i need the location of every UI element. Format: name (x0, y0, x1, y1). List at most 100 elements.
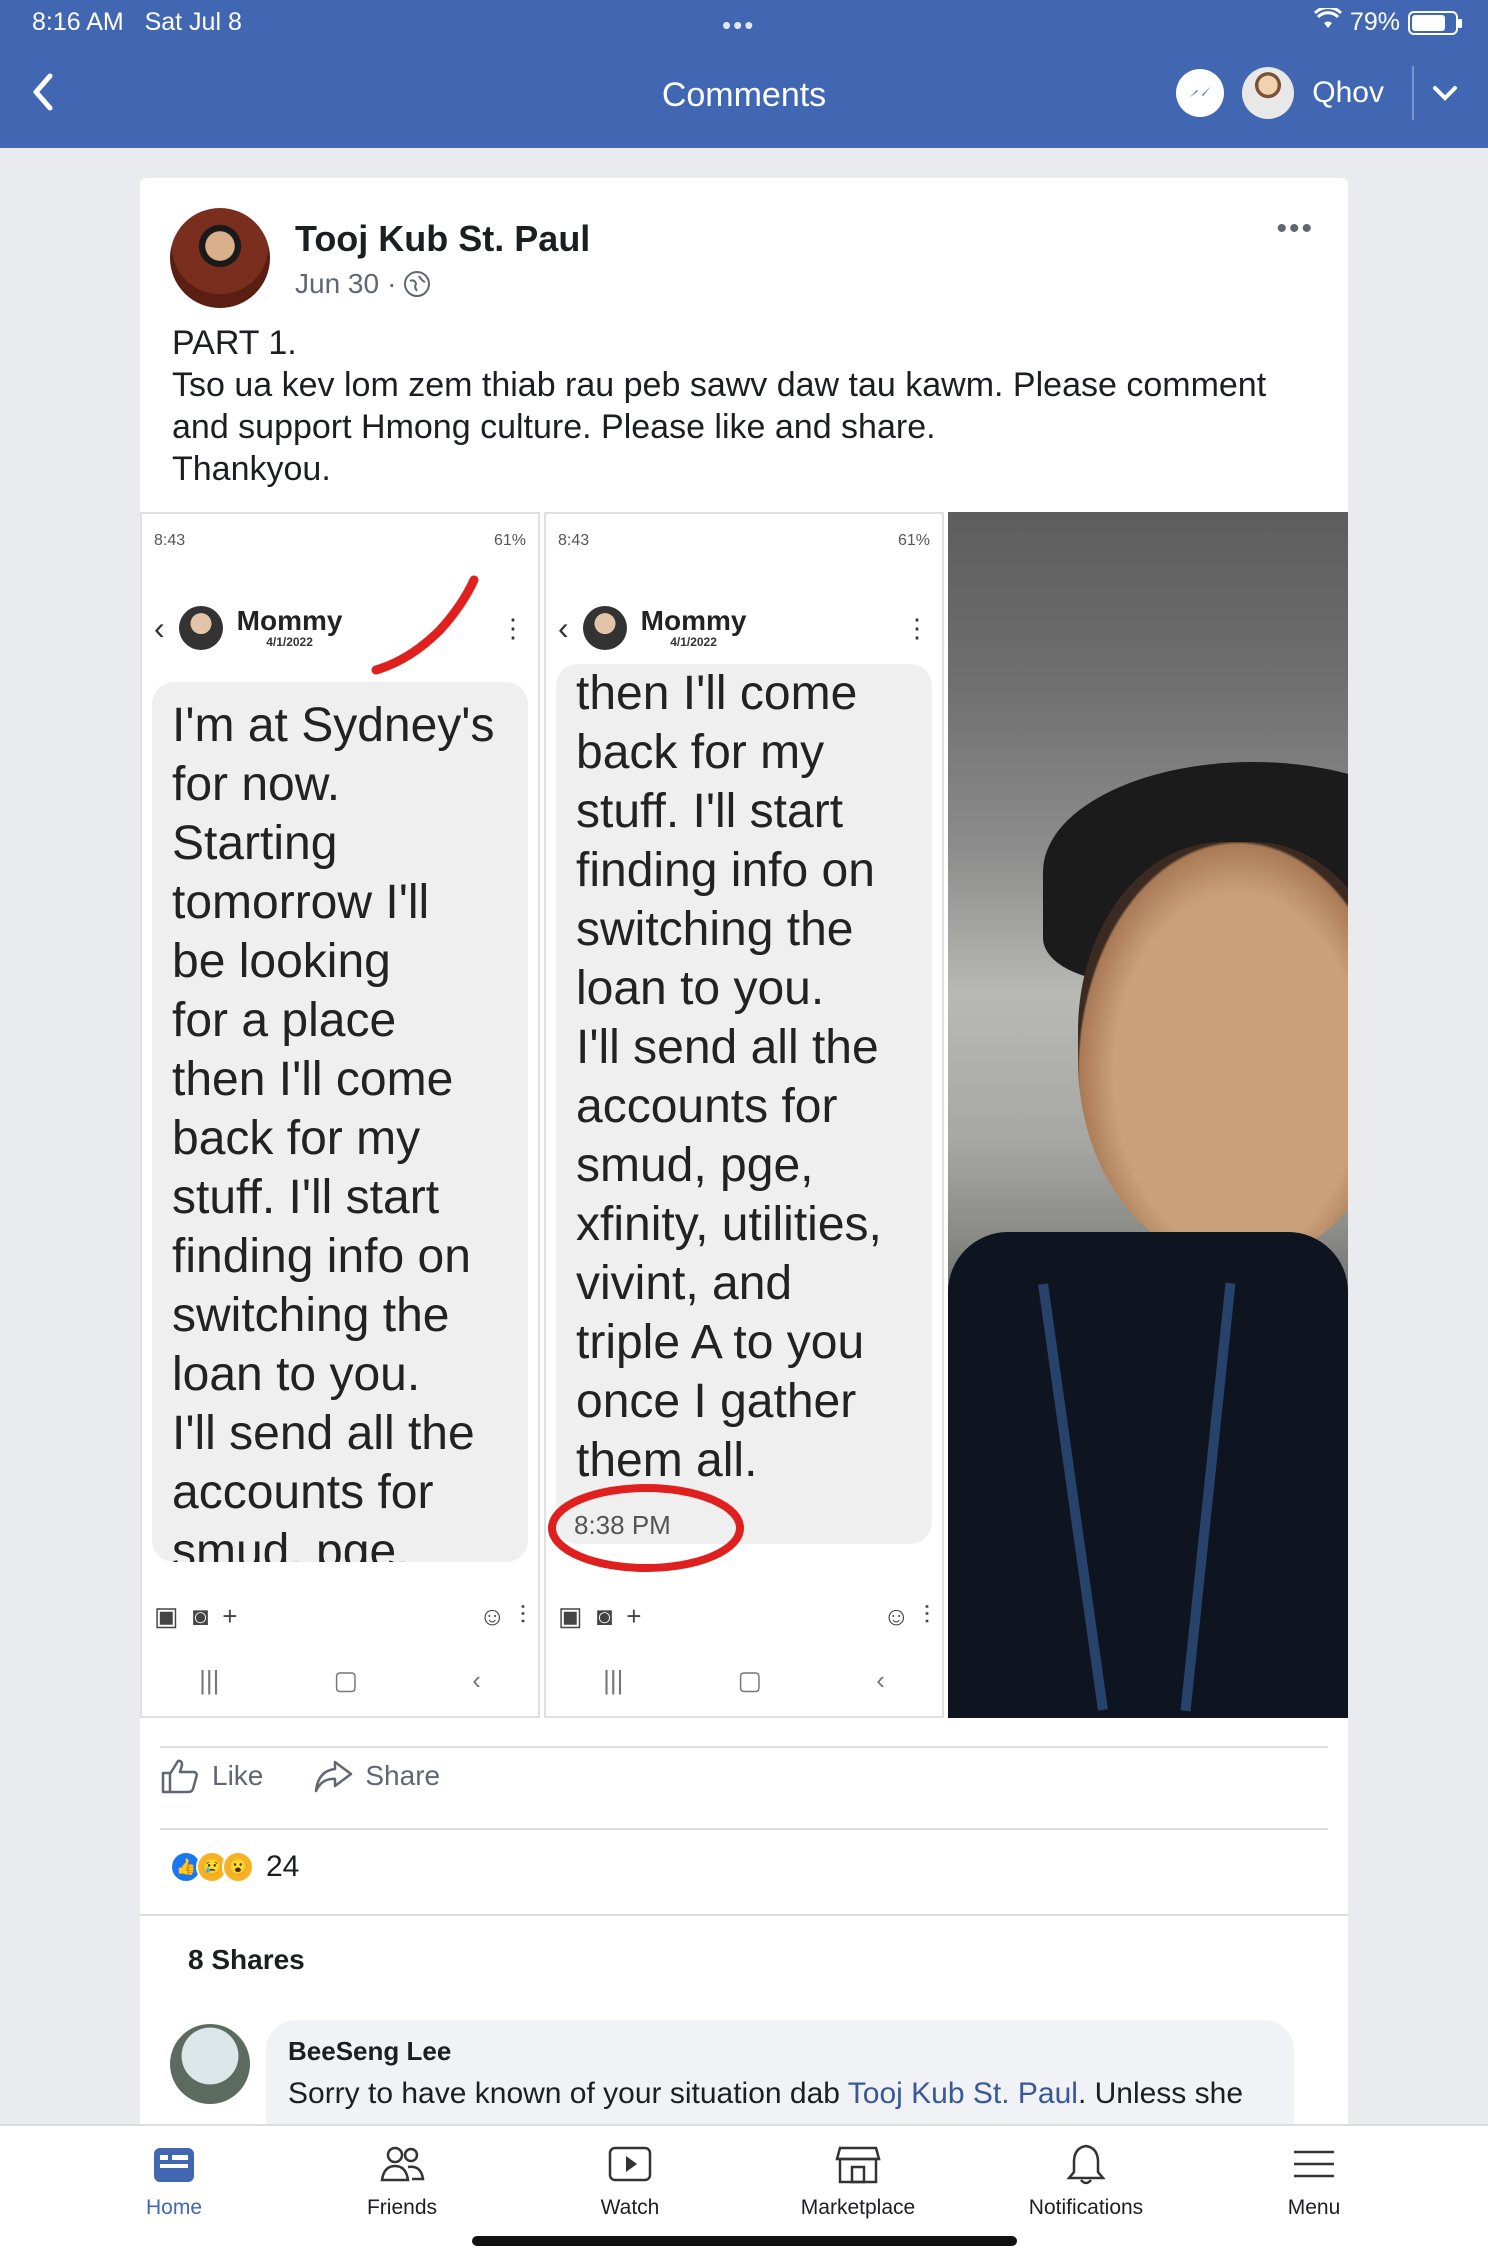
chevron-down-icon[interactable] (1432, 76, 1458, 110)
contact-date: 4/1/2022 (266, 635, 313, 649)
reaction-count: 24 (266, 1850, 300, 1883)
meta-separator: · (387, 268, 397, 299)
red-marker-stroke (371, 575, 479, 675)
chat-header: ‹ Mommy 4/1/2022 ⋮ (546, 596, 942, 660)
kebab-menu-icon: ⋮ (500, 612, 526, 643)
voice-icon: ⫶ (923, 1600, 931, 1630)
message-bubble: I'm at Sydney's for now. Starting tomorr… (152, 682, 528, 1562)
phone-status-bar: 8:43 61% (546, 532, 942, 550)
tab-friends[interactable]: Friends (317, 2142, 487, 2220)
share-label: Share (365, 1760, 441, 1791)
plus-icon: + (626, 1600, 642, 1631)
tab-home[interactable]: Home (89, 2142, 259, 2220)
voice-icon: ⫶ (519, 1600, 527, 1630)
contact-block: Mommy 4/1/2022 (641, 607, 747, 650)
tab-notifications-label: Notifications (1028, 2196, 1144, 2219)
nav-right: Qhov (1176, 66, 1458, 120)
gallery-icon: ▣ (154, 1600, 179, 1631)
post-options-icon[interactable]: ••• (1276, 212, 1314, 246)
battery-percent: 79% (1349, 8, 1400, 36)
comment-text-start: Sorry to have known of your situation da… (288, 2077, 848, 2110)
globe-icon (404, 271, 431, 297)
contact-avatar (582, 606, 627, 650)
post-text: PART 1. Tso ua kev lom zem thiab rau peb… (172, 324, 1267, 488)
red-circle-mark (548, 1484, 744, 1572)
phone-battery: 61% (897, 532, 930, 549)
bell-icon (1066, 2144, 1106, 2185)
multitask-dots-icon[interactable]: ••• (722, 10, 755, 41)
comment-mention-link[interactable]: Tooj Kub St. Paul (848, 2077, 1078, 2110)
emoji-icon: ☺ (478, 1600, 506, 1631)
contact-block: Mommy 4/1/2022 (237, 607, 343, 650)
commenter-name[interactable]: BeeSeng Lee (288, 2036, 1272, 2067)
separator (160, 1746, 1328, 1748)
phone-nav-bar: ||| ▢ ‹ (142, 1665, 538, 1696)
author-avatar[interactable] (170, 208, 270, 308)
profile-name[interactable]: Qhov (1312, 76, 1384, 110)
messenger-icon[interactable] (1176, 69, 1225, 117)
tab-marketplace[interactable]: Marketplace (773, 2142, 943, 2220)
status-time: 8:16 AM (32, 8, 124, 36)
friends-icon (380, 2146, 425, 2182)
tab-home-label: Home (145, 2196, 203, 2219)
chevron-left-icon: ‹ (558, 609, 569, 646)
chat-compose-bar: ▣ ◙ + ☺ ⫶ (546, 1600, 942, 1632)
chat-compose-bar: ▣ ◙ + ☺ ⫶ (142, 1600, 538, 1632)
phone-battery: 61% (493, 532, 526, 549)
post-actions: Like Share (160, 1758, 440, 1794)
profile-avatar[interactable] (1242, 67, 1295, 119)
top-bar: 8:16 AM Sat Jul 8 ••• 79% Comments Qhov (0, 0, 1488, 148)
photo-screenshot-2[interactable]: 8:43 61% ‹ Mommy 4/1/2022 ⋮ then I'll co… (544, 512, 944, 1718)
tab-menu[interactable]: Menu (1229, 2142, 1399, 2220)
thumbs-up-icon (161, 1759, 198, 1794)
nav-divider (1412, 66, 1414, 120)
message-text: I'm at Sydney's for now. Starting tomorr… (172, 699, 495, 1562)
post-meta: Jun 30 · (295, 268, 431, 300)
camera-icon: ◙ (192, 1600, 209, 1631)
tab-notifications[interactable]: Notifications (1001, 2142, 1171, 2220)
emoji-icon: ☺ (882, 1600, 910, 1631)
tab-menu-label: Menu (1287, 2196, 1341, 2219)
comment-text: Sorry to have known of your situation da… (288, 2077, 1272, 2111)
post-card: Tooj Kub St. Paul Jun 30 · ••• PART 1. T… (140, 178, 1348, 2160)
tab-watch-label: Watch (600, 2196, 660, 2219)
post-date[interactable]: Jun 30 (295, 268, 379, 300)
comment-text-end: . Unless she (1077, 2077, 1244, 2110)
selfie-shirt (948, 1232, 1348, 1718)
separator (160, 1828, 1328, 1830)
message-bubble: then I'll come back for my stuff. I'll s… (556, 664, 932, 1544)
separator (140, 1914, 1348, 1916)
post-author[interactable]: Tooj Kub St. Paul (295, 218, 590, 260)
status-time-date: 8:16 AM Sat Jul 8 (32, 8, 242, 37)
share-button[interactable]: Share (313, 1758, 440, 1794)
phone-nav-bar: ||| ▢ ‹ (546, 1665, 942, 1696)
message-text: then I'll come back for my stuff. I'll s… (576, 667, 882, 1487)
tab-watch[interactable]: Watch (545, 2142, 715, 2220)
like-label: Like (212, 1760, 264, 1791)
photo-selfie[interactable] (948, 512, 1348, 1718)
camera-icon: ◙ (596, 1600, 613, 1631)
phone-status-bar: 8:43 61% (142, 532, 538, 550)
home-square-icon: ▢ (333, 1665, 359, 1695)
photo-screenshot-1[interactable]: 8:43 61% ‹ Mommy 4/1/2022 ⋮ I'm at Sydne… (140, 512, 540, 1718)
kebab-menu-icon: ⋮ (904, 612, 930, 643)
contact-avatar (178, 606, 223, 650)
recents-icon: ||| (199, 1665, 220, 1695)
status-date: Sat Jul 8 (144, 8, 242, 36)
reactions-summary[interactable]: 👍 😢 😮 24 (170, 1850, 299, 1884)
commenter-avatar[interactable] (170, 2024, 250, 2104)
plus-icon: + (222, 1600, 238, 1631)
gallery-icon: ▣ (558, 1600, 583, 1631)
home-square-icon: ▢ (737, 1665, 763, 1695)
home-icon (154, 2148, 194, 2182)
tab-marketplace-label: Marketplace (800, 2196, 916, 2219)
contact-date: 4/1/2022 (670, 635, 717, 649)
watch-icon (608, 2146, 652, 2182)
like-button[interactable]: Like (160, 1758, 263, 1794)
battery-fill (1412, 14, 1446, 31)
home-indicator[interactable] (472, 2236, 1017, 2246)
shares-count[interactable]: 8 Shares (188, 1944, 305, 1976)
tab-friends-label: Friends (366, 2196, 438, 2219)
battery-icon (1408, 10, 1462, 35)
phone-time: 8:43 (154, 532, 186, 549)
